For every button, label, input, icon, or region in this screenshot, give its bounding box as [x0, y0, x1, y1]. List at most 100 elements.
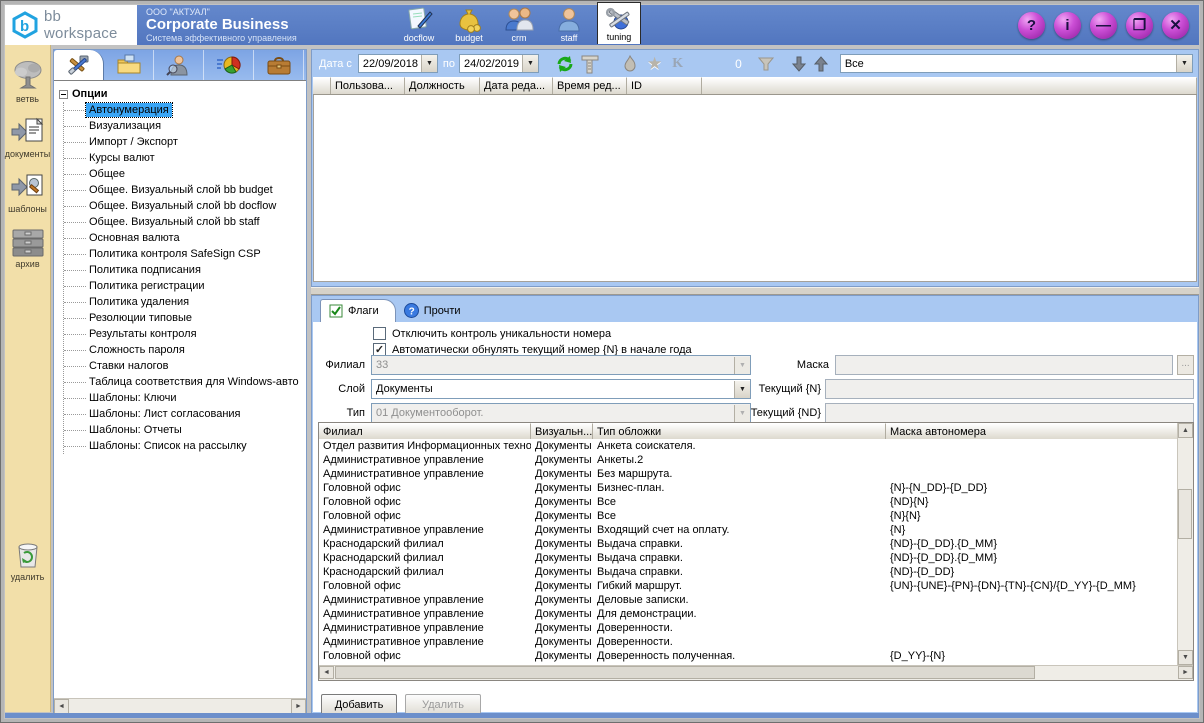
tree-item[interactable]: Политика контроля SafeSign CSP — [64, 246, 306, 262]
minimize-button[interactable]: — — [1090, 12, 1117, 39]
table-row[interactable]: Головной офисДокументыГибкий маршрут.{UN… — [319, 579, 1177, 593]
column-header[interactable]: Визуальн... — [531, 423, 593, 439]
table-row[interactable]: Головной офисДокументыБизнес-план.{N}-{N… — [319, 481, 1177, 495]
column-header[interactable]: ID — [627, 77, 702, 94]
table-row[interactable]: Головной офисДокументыВсе{ND}{N} — [319, 495, 1177, 509]
tree-item[interactable]: Общее — [64, 166, 306, 182]
table-row[interactable]: Административное управлениеДокументыДове… — [319, 635, 1177, 649]
column-header[interactable]: Должность — [405, 77, 480, 94]
tree-item[interactable]: Основная валюта — [64, 230, 306, 246]
tree-item[interactable]: Политика удаления — [64, 294, 306, 310]
module-docflow[interactable]: docflow — [397, 6, 441, 44]
column-header[interactable]: Дата реда... — [480, 77, 553, 94]
table-row[interactable]: Краснодарский филиалДокументыВыдача спра… — [319, 537, 1177, 551]
table-row[interactable]: Административное управлениеДокументыВход… — [319, 523, 1177, 537]
sidebar-item-delete[interactable]: удалить — [11, 537, 45, 582]
filter-icon[interactable] — [758, 57, 774, 71]
table-row[interactable]: Отдел развития Информационных технологий… — [319, 439, 1177, 453]
info-button[interactable]: i — [1054, 12, 1081, 39]
flame-icon[interactable] — [623, 55, 637, 73]
sidebar-item-documents[interactable]: документы — [5, 116, 50, 159]
arrow-up-icon[interactable] — [814, 56, 828, 72]
tab-folder[interactable] — [104, 50, 154, 80]
tab-inspector[interactable] — [154, 50, 204, 80]
arrow-down-icon[interactable] — [792, 56, 806, 72]
scroll-right-icon[interactable]: ► — [1178, 666, 1193, 679]
tree-item[interactable]: Политика регистрации — [64, 278, 306, 294]
module-budget[interactable]: budget — [447, 6, 491, 44]
table-row[interactable]: Административное управлениеДокументыАнке… — [319, 453, 1177, 467]
history-table-body[interactable] — [313, 95, 1197, 282]
table-row[interactable]: Административное управлениеДокументыДело… — [319, 593, 1177, 607]
masks-horizontal-scrollbar[interactable]: ◄ ► — [319, 665, 1193, 680]
column-header[interactable]: Пользова... — [331, 77, 405, 94]
date-to-picker[interactable]: 24/02/2019 ▼ — [459, 54, 539, 73]
tree-item[interactable]: Общее. Визуальный слой bb staff — [64, 214, 306, 230]
column-header[interactable] — [313, 77, 331, 94]
tree-item[interactable]: Шаблоны: Отчеты — [64, 422, 306, 438]
help-button[interactable]: ? — [1018, 12, 1045, 39]
tree-item[interactable]: Курсы валют — [64, 150, 306, 166]
table-row[interactable]: Краснодарский филиалДокументыВыдача спра… — [319, 551, 1177, 565]
k-button[interactable]: K — [672, 56, 683, 72]
tree-item[interactable]: Шаблоны: Лист согласования — [64, 406, 306, 422]
scrollbar-track[interactable] — [1036, 666, 1178, 680]
pane-splitter[interactable] — [311, 287, 1199, 295]
star-icon[interactable]: ★ — [647, 54, 662, 74]
ruler-icon[interactable] — [581, 54, 599, 74]
tab-briefcase[interactable] — [254, 50, 304, 80]
tab-other[interactable]: ? Прочти — [396, 299, 477, 322]
sidebar-item-archive[interactable]: архив — [9, 226, 47, 269]
table-row[interactable]: Административное управлениеДокументыДове… — [319, 621, 1177, 635]
tree-item[interactable]: Шаблоны: Ключи — [64, 390, 306, 406]
tab-flags[interactable]: Флаги — [320, 299, 396, 322]
scroll-right-icon[interactable]: ► — [291, 699, 306, 714]
tree-item[interactable]: Ставки налогов — [64, 358, 306, 374]
checkbox-unchecked-icon[interactable] — [373, 327, 386, 340]
column-header[interactable]: Тип обложки — [593, 423, 886, 439]
module-tuning[interactable]: tuning — [597, 2, 641, 44]
chevron-down-icon[interactable]: ▼ — [1176, 55, 1192, 72]
sidebar-item-templates[interactable]: шаблоны — [8, 171, 47, 214]
scrollbar-thumb[interactable] — [1178, 489, 1192, 539]
tree-item[interactable]: Общее. Визуальный слой bb docflow — [64, 198, 306, 214]
module-staff[interactable]: staff — [547, 6, 591, 44]
tree-item[interactable]: Импорт / Экспорт — [64, 134, 306, 150]
scroll-down-icon[interactable]: ▼ — [1178, 650, 1193, 665]
tree-item[interactable]: Визуализация — [64, 118, 306, 134]
tree-item[interactable]: Сложность пароля — [64, 342, 306, 358]
tree-item[interactable]: Автонумерация — [64, 102, 306, 118]
sidebar-item-branch[interactable]: ветвь — [11, 59, 45, 104]
chevron-down-icon[interactable]: ▼ — [421, 55, 437, 72]
tree-item[interactable]: Общее. Визуальный слой bb budget — [64, 182, 306, 198]
mask-browse-button[interactable]: ... — [1177, 355, 1194, 375]
tree-root[interactable]: Опции — [54, 86, 306, 102]
tree-item[interactable]: Резолюции типовые — [64, 310, 306, 326]
checkbox-disable-uniqueness[interactable]: Отключить контроль уникальности номера — [373, 327, 611, 340]
module-crm[interactable]: crm — [497, 6, 541, 44]
column-header[interactable]: Маска автономера — [886, 423, 1193, 439]
column-header[interactable]: Филиал — [319, 423, 531, 439]
masks-vertical-scrollbar[interactable]: ▲ ▼ — [1177, 423, 1193, 665]
collapse-icon[interactable] — [59, 90, 68, 99]
date-from-picker[interactable]: 22/09/2018 ▼ — [358, 54, 438, 73]
tree-item[interactable]: Таблица соответствия для Windows-авто — [64, 374, 306, 390]
tab-reports[interactable] — [204, 50, 254, 80]
column-header[interactable]: Время ред... — [553, 77, 627, 94]
table-row[interactable]: Административное управлениеДокументыБез … — [319, 467, 1177, 481]
tree-item[interactable]: Результаты контроля — [64, 326, 306, 342]
table-row[interactable]: Административное управлениеДокументыДля … — [319, 607, 1177, 621]
tree-horizontal-scrollbar[interactable]: ◄ ► — [54, 698, 306, 713]
close-button[interactable]: ✕ — [1162, 12, 1189, 39]
scroll-left-icon[interactable]: ◄ — [54, 699, 69, 714]
filter-select[interactable]: Все ▼ — [840, 54, 1193, 73]
table-row[interactable]: Краснодарский филиалДокументыВыдача спра… — [319, 565, 1177, 579]
tree-item[interactable]: Шаблоны: Список на рассылку — [64, 438, 306, 454]
scroll-up-icon[interactable]: ▲ — [1178, 423, 1193, 438]
maximize-button[interactable]: ❐ — [1126, 12, 1153, 39]
scroll-left-icon[interactable]: ◄ — [319, 666, 334, 679]
tree-item[interactable]: Политика подписания — [64, 262, 306, 278]
table-row[interactable]: Головной офисДокументыВсе{N}{N} — [319, 509, 1177, 523]
refresh-icon[interactable] — [555, 55, 575, 73]
scrollbar-thumb[interactable] — [335, 666, 1035, 679]
